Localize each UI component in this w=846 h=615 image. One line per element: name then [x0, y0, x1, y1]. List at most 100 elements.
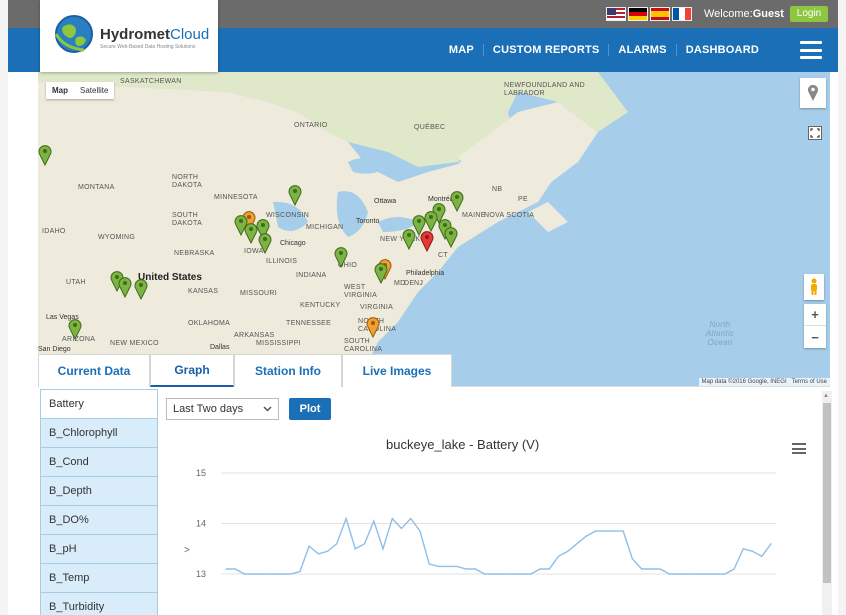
station-marker-green[interactable]: [288, 184, 302, 206]
data-point: [317, 553, 319, 555]
param-b-temp[interactable]: B_Temp: [40, 563, 158, 593]
station-marker-orange[interactable]: [366, 316, 380, 338]
label-illinois: ILLINOIS: [266, 258, 298, 265]
param-b-turbidity[interactable]: B_Turbidity: [40, 592, 158, 615]
station-marker-green[interactable]: [444, 226, 458, 248]
map-type-map[interactable]: Map: [46, 82, 74, 99]
french-flag-icon[interactable]: [672, 7, 692, 21]
y-tick-label: 14: [196, 519, 206, 529]
label-wyoming: WYOMING: [98, 234, 136, 241]
plot-button[interactable]: Plot: [289, 398, 331, 420]
param-b-do[interactable]: B_DO%: [40, 505, 158, 535]
terms-of-use-link[interactable]: Terms of Use: [792, 379, 827, 385]
tab-graph[interactable]: Graph: [150, 354, 234, 387]
data-point: [465, 568, 467, 570]
label-nb: NB: [492, 186, 503, 193]
label-missouri: MISSOURI: [240, 290, 278, 297]
fullscreen-icon[interactable]: [806, 124, 824, 142]
detail-tabs: Current Data Graph Station Info Live Ima…: [38, 354, 452, 387]
nav-map[interactable]: MAP: [440, 44, 483, 56]
param-b-ph[interactable]: B_pH: [40, 534, 158, 564]
station-marker-green[interactable]: [118, 276, 132, 298]
data-point: [354, 548, 356, 550]
map-type-toggle: Map Satellite: [46, 82, 115, 99]
data-point: [243, 573, 246, 575]
data-point: [437, 565, 440, 567]
time-range-select[interactable]: Last Two days: [166, 398, 279, 420]
nav-alarms[interactable]: ALARMS: [608, 44, 675, 56]
label-west-virginia: WEST VIRGINIA: [344, 284, 378, 299]
data-point: [742, 548, 744, 550]
label-quebec: QUÉBEC: [414, 124, 446, 131]
german-flag-icon[interactable]: [628, 7, 648, 21]
station-marker-green[interactable]: [134, 278, 148, 300]
pegman-icon[interactable]: [804, 274, 824, 300]
station-marker-green[interactable]: [450, 190, 464, 212]
station-marker-green[interactable]: [374, 262, 388, 284]
scroll-up-icon[interactable]: ▲: [823, 393, 829, 399]
nav-custom-reports[interactable]: CUSTOM REPORTS: [482, 44, 609, 56]
label-ottawa: Ottawa: [374, 198, 397, 205]
data-point: [650, 568, 652, 570]
graph-controls: Last Two days Plot: [166, 398, 331, 420]
series-line-battery[interactable]: [226, 516, 772, 575]
data-point: [585, 535, 587, 537]
data-point: [373, 520, 375, 522]
tab-current-data[interactable]: Current Data: [38, 354, 150, 387]
chart-plot-area: 15 14 13 >: [184, 468, 776, 579]
street-view-pin-icon[interactable]: [800, 78, 826, 108]
menu-icon[interactable]: [800, 41, 822, 59]
param-b-depth[interactable]: B_Depth: [40, 476, 158, 506]
zoom-out-button[interactable]: −: [804, 326, 826, 348]
label-utah: UTAH: [66, 279, 86, 286]
battery-chart: buckeye_lake - Battery (V) 15 14 13 >: [166, 431, 816, 615]
data-point: [234, 568, 236, 570]
data-point: [567, 550, 569, 552]
data-point: [696, 573, 698, 575]
scrollbar-thumb[interactable]: [823, 403, 831, 583]
station-marker-red[interactable]: [420, 230, 434, 252]
nav-dashboard[interactable]: DASHBOARD: [675, 44, 768, 56]
label-de: DE: [404, 280, 415, 287]
station-marker-green[interactable]: [402, 228, 416, 250]
label-saskatchewan: SASKATCHEWAN: [120, 78, 182, 85]
brand-tagline: Secure Web-Based Data Hosting Solutions: [100, 44, 196, 50]
station-marker-green[interactable]: [258, 232, 272, 254]
map-type-satellite[interactable]: Satellite: [74, 82, 114, 99]
label-south-carolina: SOUTH CAROLINA: [344, 338, 383, 353]
data-point: [308, 545, 310, 547]
param-b-cond[interactable]: B_Cond: [40, 447, 158, 477]
data-point: [456, 565, 458, 567]
spanish-flag-icon[interactable]: [650, 7, 670, 21]
data-point: [687, 573, 689, 575]
data-point: [474, 568, 476, 570]
label-chicago: Chicago: [280, 240, 306, 247]
label-ct: CT: [438, 252, 448, 259]
label-san-diego: San Diego: [38, 346, 71, 353]
data-point: [410, 517, 412, 520]
station-map[interactable]: Map Satellite SASKATCHEWAN ONTARIO QUÉBE…: [38, 72, 830, 386]
data-point: [668, 573, 670, 575]
station-marker-green[interactable]: [68, 318, 82, 340]
us-flag-icon[interactable]: [606, 7, 626, 21]
panel-scrollbar[interactable]: ▲: [822, 391, 832, 615]
login-button[interactable]: Login: [790, 6, 828, 22]
brand-logo[interactable]: HydrometCloud Secure Web-Based Data Host…: [40, 0, 218, 72]
label-kentucky: KENTUCKY: [300, 302, 341, 309]
param-b-chlorophyll[interactable]: B_Chlorophyll: [40, 418, 158, 448]
data-point: [225, 568, 227, 570]
param-battery[interactable]: Battery: [40, 389, 158, 419]
tab-live-images[interactable]: Live Images: [342, 354, 452, 387]
data-point: [364, 543, 366, 545]
data-point: [502, 573, 504, 575]
label-north-atlantic-ocean: North Atlantic Ocean: [705, 320, 735, 347]
zoom-in-button[interactable]: +: [804, 304, 826, 326]
data-point: [521, 573, 523, 575]
tab-station-info[interactable]: Station Info: [234, 354, 342, 387]
station-marker-green[interactable]: [38, 144, 52, 166]
station-marker-green[interactable]: [334, 246, 348, 268]
station-marker-green[interactable]: [424, 210, 438, 232]
data-point: [751, 550, 754, 552]
label-indiana: INDIANA: [296, 272, 327, 279]
data-point: [511, 573, 513, 575]
